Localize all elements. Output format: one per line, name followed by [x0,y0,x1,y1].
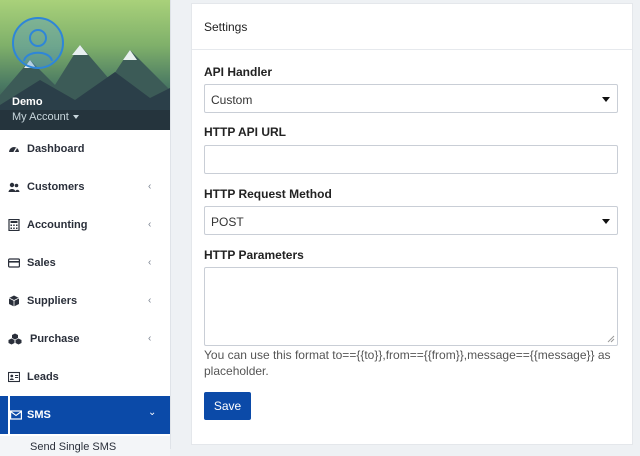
sidebar-item-suppliers[interactable]: Suppliers ‹ [0,282,170,320]
http-request-method-label: HTTP Request Method [204,187,332,201]
sidebar-menu: Dashboard Customers ‹ Accounting ‹ Sales… [0,130,170,434]
chevron-down-icon: ⌄ [148,407,157,418]
http-api-url-input[interactable] [204,145,618,174]
cube-icon [8,295,20,307]
chevron-left-icon: ‹ [148,219,152,230]
http-api-url-label: HTTP API URL [204,125,287,139]
caret-down-icon [602,97,610,102]
save-button[interactable]: Save [204,392,251,420]
credit-card-icon [8,258,20,268]
my-account-label: My Account [12,111,69,123]
caret-down-icon [72,115,79,120]
sidebar-item-customers[interactable]: Customers ‹ [0,168,170,206]
settings-card: Settings API Handler Custom HTTP API URL… [191,3,633,445]
help-text: You can use this format to=={{to}},from=… [204,348,611,378]
chevron-left-icon: ‹ [148,295,152,306]
http-parameters-textarea[interactable] [204,267,618,346]
profile-header: Demo My Account [0,0,170,130]
calculator-icon [8,219,20,231]
profile-name: Demo [12,96,43,108]
dashboard-icon [9,147,19,153]
card-header: Settings [192,4,632,50]
chevron-left-icon: ‹ [148,181,152,192]
user-icon [23,29,53,62]
sidebar-item-purchase[interactable]: Purchase ‹ [0,320,170,358]
id-card-icon [8,371,20,383]
sidebar-item-sms[interactable]: SMS ⌄ [0,396,170,434]
chevron-left-icon: ‹ [148,257,152,268]
sidebar-subitem-send-single-sms[interactable]: Send Single SMS [0,436,170,456]
sidebar-item-dashboard[interactable]: Dashboard [0,130,170,168]
api-handler-value: Custom [211,93,253,107]
sidebar-item-sales[interactable]: Sales ‹ [0,244,170,282]
sidebar-item-accounting[interactable]: Accounting ‹ [0,206,170,244]
http-parameters-label: HTTP Parameters [204,248,304,262]
card-title: Settings [204,20,248,34]
avatar[interactable] [12,17,64,69]
chevron-left-icon: ‹ [148,333,152,344]
resize-grip-icon[interactable] [607,335,615,343]
api-handler-select[interactable]: Custom [204,84,618,113]
my-account-dropdown[interactable]: My Account [12,111,79,123]
http-request-method-value: POST [211,215,244,229]
api-handler-label: API Handler [204,65,273,79]
sidebar: Demo My Account Dashboard Customers ‹ Ac… [0,0,171,456]
caret-down-icon [602,219,610,224]
cubes-icon [8,333,22,345]
sidebar-item-leads[interactable]: Leads [0,358,170,396]
envelope-icon [10,410,22,420]
users-icon [8,182,20,192]
http-request-method-select[interactable]: POST [204,206,618,235]
